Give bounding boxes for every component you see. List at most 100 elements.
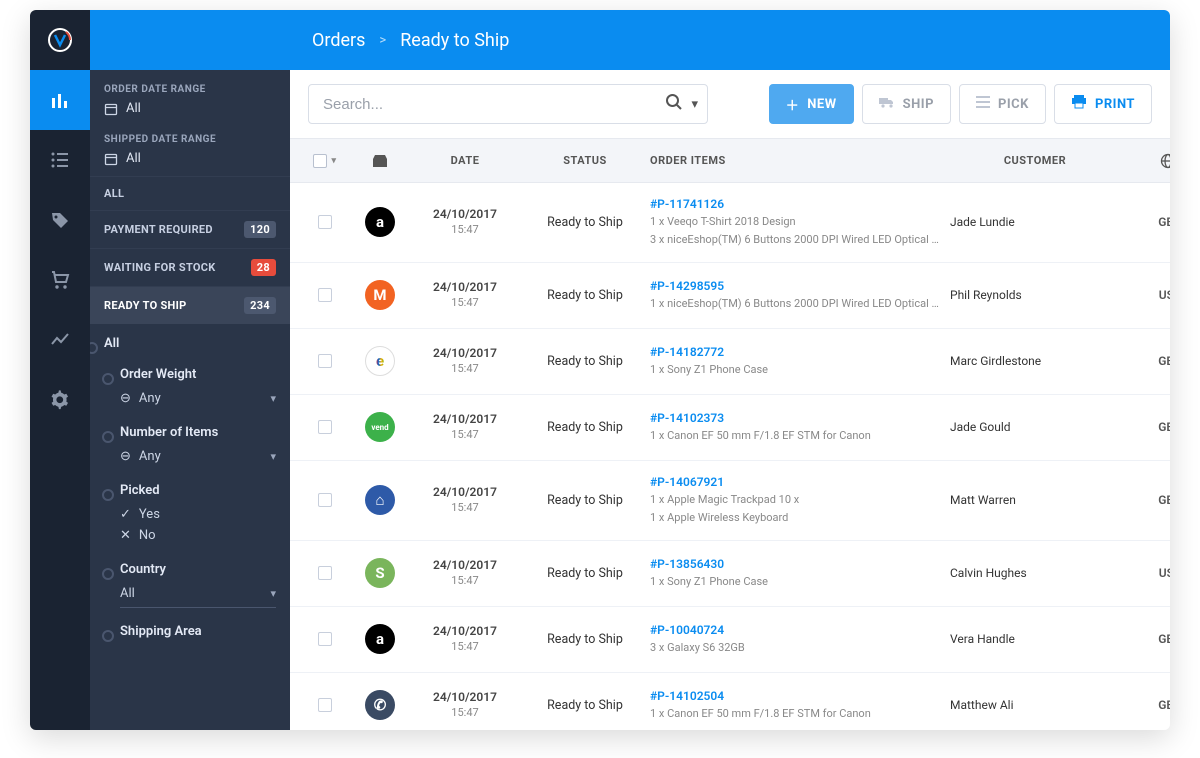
nav-settings[interactable] [30, 370, 90, 430]
breadcrumb-root[interactable]: Orders [312, 30, 365, 51]
chevron-down-icon: ▾ [331, 156, 336, 166]
breadcrumb-sep: > [379, 33, 386, 48]
table-row: ⌂24/10/201715:47Ready to Ship#P-14067921… [290, 461, 1170, 541]
shipped-date-picker[interactable]: All [104, 151, 276, 166]
search-dropdown-icon[interactable]: ▾ [691, 97, 698, 112]
order-item-line: 3 x Galaxy S6 32GB [650, 640, 940, 655]
status-filter-payment-required[interactable]: PAYMENT REQUIRED 120 [90, 210, 290, 248]
row-checkbox[interactable] [318, 632, 332, 646]
nav-cart[interactable] [30, 250, 90, 310]
date-column-header[interactable]: DATE [410, 154, 520, 167]
print-icon [1071, 95, 1087, 113]
status-filter-waiting-for-stock[interactable]: WAITING FOR STOCK28 [90, 248, 290, 286]
subfilter-all[interactable]: All [104, 336, 276, 351]
order-status: Ready to Ship [520, 354, 650, 369]
country-code: GB [1120, 632, 1170, 646]
row-checkbox[interactable] [318, 288, 332, 302]
nav-analytics[interactable] [30, 310, 90, 370]
order-number-link[interactable]: #P-14182772 [650, 345, 950, 359]
order-status: Ready to Ship [520, 493, 650, 508]
search-input[interactable] [308, 84, 708, 124]
row-checkbox[interactable] [318, 698, 332, 712]
select-all-checkbox[interactable]: ▾ [300, 154, 350, 168]
order-time: 15:47 [410, 501, 520, 515]
order-status: Ready to Ship [520, 566, 650, 581]
order-number-link[interactable]: #P-11741126 [650, 197, 950, 211]
subfilter-picked-no[interactable]: ✕No [120, 525, 276, 546]
check-icon: ✓ [120, 507, 131, 522]
table-row: vend24/10/201715:47Ready to Ship#P-14102… [290, 395, 1170, 461]
order-item-line: 1 x Canon EF 50 mm F/1.8 EF STM for Cano… [650, 428, 940, 443]
store-column-header [350, 154, 410, 168]
order-date: 24/10/2017 [410, 346, 520, 362]
subfilter-items-title: Number of Items [120, 425, 276, 440]
nav-dashboard[interactable] [30, 70, 90, 130]
order-time: 15:47 [410, 428, 520, 442]
country-code: US [1120, 288, 1170, 302]
nav-list[interactable] [30, 130, 90, 190]
country-code: GB [1120, 698, 1170, 712]
subfilter-picked-yes[interactable]: ✓Yes [120, 504, 276, 525]
status-filter-all[interactable]: ALL [90, 176, 290, 210]
order-time: 15:47 [410, 362, 520, 376]
row-checkbox[interactable] [318, 215, 332, 229]
customer-name: Jade Lundie [950, 215, 1120, 229]
order-number-link[interactable]: #P-10040724 [650, 623, 950, 637]
nav-tags[interactable] [30, 190, 90, 250]
order-number-link[interactable]: #P-13856430 [650, 557, 950, 571]
order-status: Ready to Ship [520, 698, 650, 713]
subfilter-weight-title: Order Weight [120, 367, 276, 382]
row-checkbox[interactable] [318, 354, 332, 368]
status-filter-ready-to-ship[interactable]: READY TO SHIP234 [90, 286, 290, 324]
status-filter-label: PAYMENT REQUIRED [104, 223, 213, 236]
order-number-link[interactable]: #P-14067921 [650, 475, 950, 489]
print-button[interactable]: PRINT [1054, 84, 1152, 124]
status-badge: 120 [244, 221, 276, 238]
subfilter-country[interactable]: All ▾ [120, 583, 276, 608]
order-number-link[interactable]: #P-14102504 [650, 689, 950, 703]
customer-column-header[interactable]: CUSTOMER [950, 154, 1120, 167]
order-item-line: 1 x Apple Magic Trackpad 10 x [650, 492, 940, 507]
shipped-date-label: SHIPPED DATE RANGE [104, 134, 276, 145]
order-time: 15:47 [410, 640, 520, 654]
subfilter-shipping-title: Shipping Area [120, 624, 276, 639]
order-date-value: All [126, 101, 141, 116]
order-status: Ready to Ship [520, 632, 650, 647]
order-date: 24/10/2017 [410, 558, 520, 574]
search-icon[interactable] [665, 93, 683, 115]
order-number-link[interactable]: #P-14102373 [650, 411, 950, 425]
row-checkbox[interactable] [318, 493, 332, 507]
table-row: ✆24/10/201715:47Ready to Ship#P-14102504… [290, 673, 1170, 730]
customer-name: Phil Reynolds [950, 288, 1120, 302]
status-column-header[interactable]: STATUS [520, 154, 650, 167]
table-row: a24/10/201715:47Ready to Ship#P-11741126… [290, 183, 1170, 263]
order-date: 24/10/2017 [410, 412, 520, 428]
order-item-line: 1 x Apple Wireless Keyboard [650, 510, 940, 525]
order-item-line: 1 x Canon EF 50 mm F/1.8 EF STM for Cano… [650, 706, 940, 721]
subfilter-weight[interactable]: ⊖Any ▾ [120, 388, 276, 409]
order-date-picker[interactable]: All [104, 101, 276, 116]
app-logo [30, 10, 90, 70]
truck-icon [879, 96, 895, 112]
chevron-down-icon: ▾ [270, 587, 276, 600]
list-icon [976, 96, 990, 112]
order-time: 15:47 [410, 574, 520, 588]
ship-button[interactable]: SHIP [862, 84, 951, 124]
status-filter-label: WAITING FOR STOCK [104, 261, 216, 274]
new-button[interactable]: ＋ NEW [769, 84, 854, 124]
order-date: 24/10/2017 [410, 207, 520, 223]
magento-icon: M [365, 280, 395, 310]
shipped-date-value: All [126, 151, 141, 166]
order-item-line: 1 x Sony Z1 Phone Case [650, 362, 940, 377]
status-filter-label: ALL [104, 187, 124, 200]
pick-button[interactable]: PICK [959, 84, 1046, 124]
order-time: 15:47 [410, 706, 520, 720]
row-checkbox[interactable] [318, 420, 332, 434]
order-number-link[interactable]: #P-14298595 [650, 279, 950, 293]
subfilter-items[interactable]: ⊖Any ▾ [120, 446, 276, 467]
chevron-down-icon: ▾ [270, 450, 276, 463]
breadcrumb-current: Ready to Ship [400, 30, 509, 51]
items-column-header[interactable]: ORDER ITEMS [650, 154, 950, 167]
shopify-icon: S [365, 558, 395, 588]
row-checkbox[interactable] [318, 566, 332, 580]
